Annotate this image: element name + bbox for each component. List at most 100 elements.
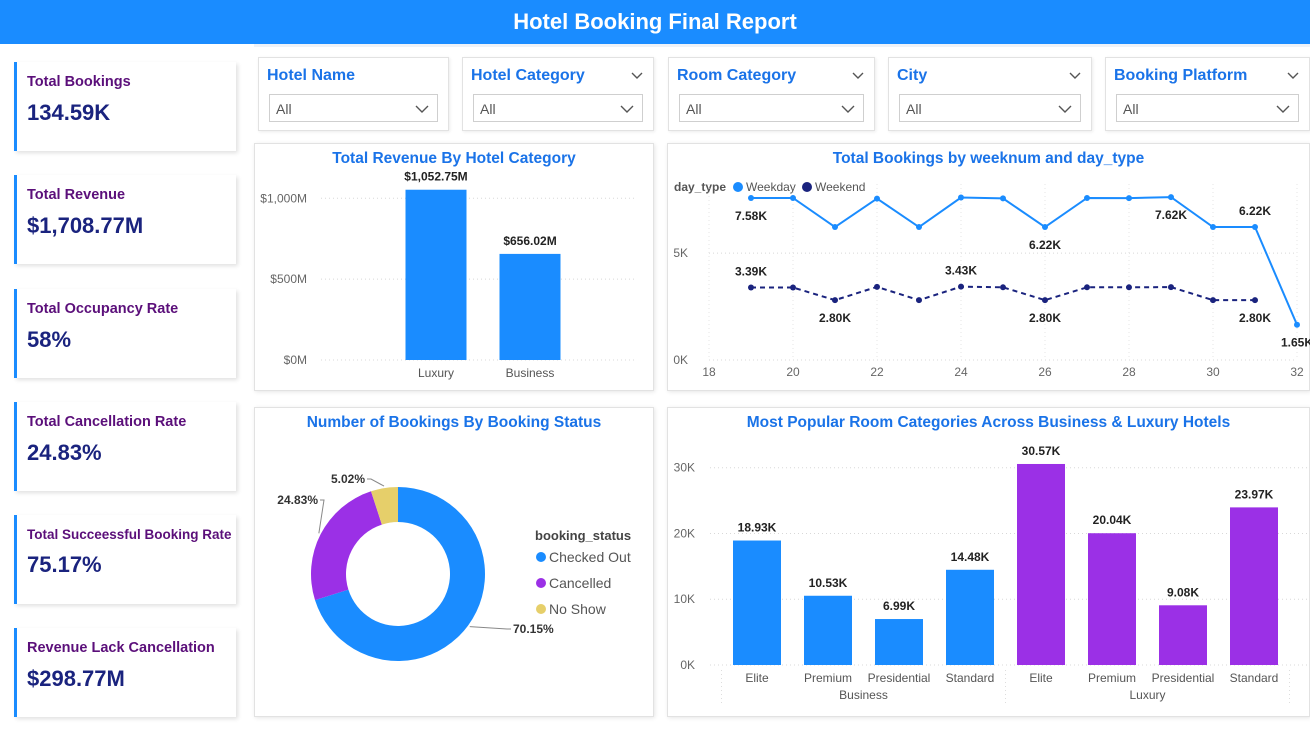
- data-point: [748, 284, 754, 291]
- data-label: 2.80K: [1239, 311, 1271, 325]
- revenue-by-category-panel[interactable]: Total Revenue By Hotel Category $0M $500M…: [254, 143, 654, 391]
- chevron-down-icon[interactable]: [1069, 70, 1081, 82]
- leader-line: [469, 626, 511, 630]
- slicer-hotel-name[interactable]: Hotel Name All: [258, 57, 449, 131]
- data-label: 70.15%: [513, 622, 554, 636]
- y-tick-label: $1,000M: [260, 191, 307, 205]
- x-tick-label: 18: [702, 365, 716, 379]
- kpi-label: Revenue Lack Cancellation: [27, 640, 215, 656]
- data-point: [832, 224, 838, 231]
- bar: [875, 619, 923, 665]
- x-tick-label: Presidential: [868, 671, 931, 685]
- data-point: [1042, 224, 1048, 231]
- kpi-value: 134.59K: [27, 100, 111, 125]
- y-tick-label: 0K: [680, 658, 695, 672]
- data-point: [958, 194, 964, 201]
- booking-platform-dropdown[interactable]: All: [1116, 94, 1299, 122]
- data-label: 6.22K: [1239, 204, 1271, 218]
- x-tick-label: Elite: [745, 671, 769, 685]
- slicer-hotel-category[interactable]: Hotel Category All: [462, 57, 654, 131]
- room-categories-panel[interactable]: Most Popular Room Categories Across Busi…: [667, 407, 1310, 717]
- bar: [1230, 507, 1278, 665]
- x-tick-label: 20: [786, 365, 800, 379]
- chevron-down-icon[interactable]: [852, 70, 864, 82]
- legend-label: Weekend: [815, 180, 865, 194]
- slicer-room-category[interactable]: Room Category All: [668, 57, 875, 131]
- data-label: 2.80K: [819, 311, 851, 325]
- chevron-down-icon[interactable]: [631, 70, 643, 82]
- x-tick-label: Standard: [946, 671, 995, 685]
- kpi-value: 75.17%: [27, 552, 102, 577]
- x-tick-label: Business: [506, 366, 555, 380]
- data-label: 2.80K: [1029, 311, 1061, 325]
- legend-title: day_type: [674, 180, 726, 194]
- slicer-city[interactable]: City All: [888, 57, 1092, 131]
- bar: [1017, 463, 1065, 665]
- data-point: [916, 224, 922, 231]
- slicer-title: Hotel Category: [471, 67, 585, 84]
- legend-marker: [802, 182, 812, 192]
- data-point: [1084, 194, 1090, 201]
- data-point: [790, 194, 796, 201]
- revenue-bar-chart: $0M $500M $1,000M $1,052.75M Luxury $656.02M B…: [260, 170, 635, 380]
- city-dropdown[interactable]: All: [899, 94, 1081, 122]
- leader-line: [367, 478, 385, 487]
- data-point: [958, 283, 964, 290]
- slicer-title: Hotel Name: [267, 67, 356, 84]
- bar: [946, 569, 994, 665]
- kpi-card-total-bookings[interactable]: Total Bookings 134.59K: [14, 62, 236, 151]
- kpi-card-successful-booking-rate[interactable]: Total Succeessful Booking Rate 75.17%: [14, 515, 236, 604]
- kpi-label: Total Cancellation Rate: [27, 414, 187, 430]
- kpi-card-cancellation-rate[interactable]: Total Cancellation Rate 24.83%: [14, 402, 236, 491]
- kpi-card-total-revenue[interactable]: Total Revenue $1,708.77M: [14, 175, 236, 264]
- data-label: 9.08K: [1167, 585, 1199, 599]
- slicer-booking-platform[interactable]: Booking Platform All: [1105, 57, 1310, 131]
- kpi-card-revenue-lack-cancellation[interactable]: Revenue Lack Cancellation $298.77M: [14, 628, 236, 717]
- chevron-down-icon: [841, 105, 855, 113]
- data-point: [916, 297, 922, 304]
- data-label: 7.58K: [735, 209, 767, 223]
- data-point: [1210, 224, 1216, 231]
- chevron-down-icon[interactable]: [1287, 70, 1299, 82]
- report-title: Hotel Booking Final Report: [513, 9, 797, 34]
- legend-label: No Show: [549, 601, 607, 617]
- data-label: 3.39K: [735, 265, 767, 279]
- data-label: 5.02%: [331, 472, 365, 486]
- hotel-category-dropdown[interactable]: All: [473, 94, 643, 122]
- booking-status-donut-chart: 70.15% 24.83% 5.02% booking_status Checked O…: [277, 472, 631, 661]
- x-tick-label: Elite: [1029, 671, 1053, 685]
- bar: [499, 253, 561, 360]
- kpi-label: Total Occupancy Rate: [27, 301, 179, 317]
- data-label: 20.04K: [1093, 513, 1132, 527]
- x-tick-label: 22: [870, 365, 884, 379]
- y-tick-label: $0M: [284, 353, 307, 367]
- data-point: [1168, 284, 1174, 291]
- y-tick-label: 30K: [674, 461, 695, 475]
- bookings-by-week-panel[interactable]: Total Bookings by weeknum and day_type d…: [667, 143, 1310, 391]
- data-point: [832, 297, 838, 304]
- kpi-card-occupancy-rate[interactable]: Total Occupancy Rate 58%: [14, 289, 236, 378]
- data-point: [1084, 284, 1090, 291]
- x-tick-label: 28: [1122, 365, 1136, 379]
- bar: [804, 595, 852, 665]
- bookings-line-chart: day_type Weekday Weekend 0K 5K 18 20 22 24 26 28 30…: [673, 180, 1310, 379]
- header-strip: [254, 44, 1310, 47]
- kpi-value: $1,708.77M: [27, 213, 144, 238]
- data-point: [1126, 284, 1132, 291]
- dropdown-value: All: [1123, 101, 1139, 117]
- room-category-dropdown[interactable]: All: [679, 94, 864, 122]
- legend-title: booking_status: [535, 528, 631, 543]
- y-tick-label: $500M: [270, 272, 307, 286]
- kpi-label: Total Succeessful Booking Rate: [27, 527, 232, 542]
- data-label: 23.97K: [1235, 487, 1274, 501]
- legend-marker: [733, 182, 743, 192]
- data-label: 30.57K: [1022, 444, 1061, 458]
- hotel-name-dropdown[interactable]: All: [269, 94, 438, 122]
- chevron-down-icon: [620, 105, 634, 113]
- data-label: 1.65K: [1281, 336, 1310, 350]
- booking-status-panel[interactable]: Number of Bookings By Booking Status 70.…: [254, 407, 654, 717]
- data-label: 6.99K: [883, 599, 915, 613]
- dropdown-value: All: [686, 101, 702, 117]
- bar: [733, 540, 781, 665]
- room-categories-bar-chart: 0K 10K 20K 30K 18.93K Elite 10.53K Premium 6.99K…: [674, 444, 1310, 706]
